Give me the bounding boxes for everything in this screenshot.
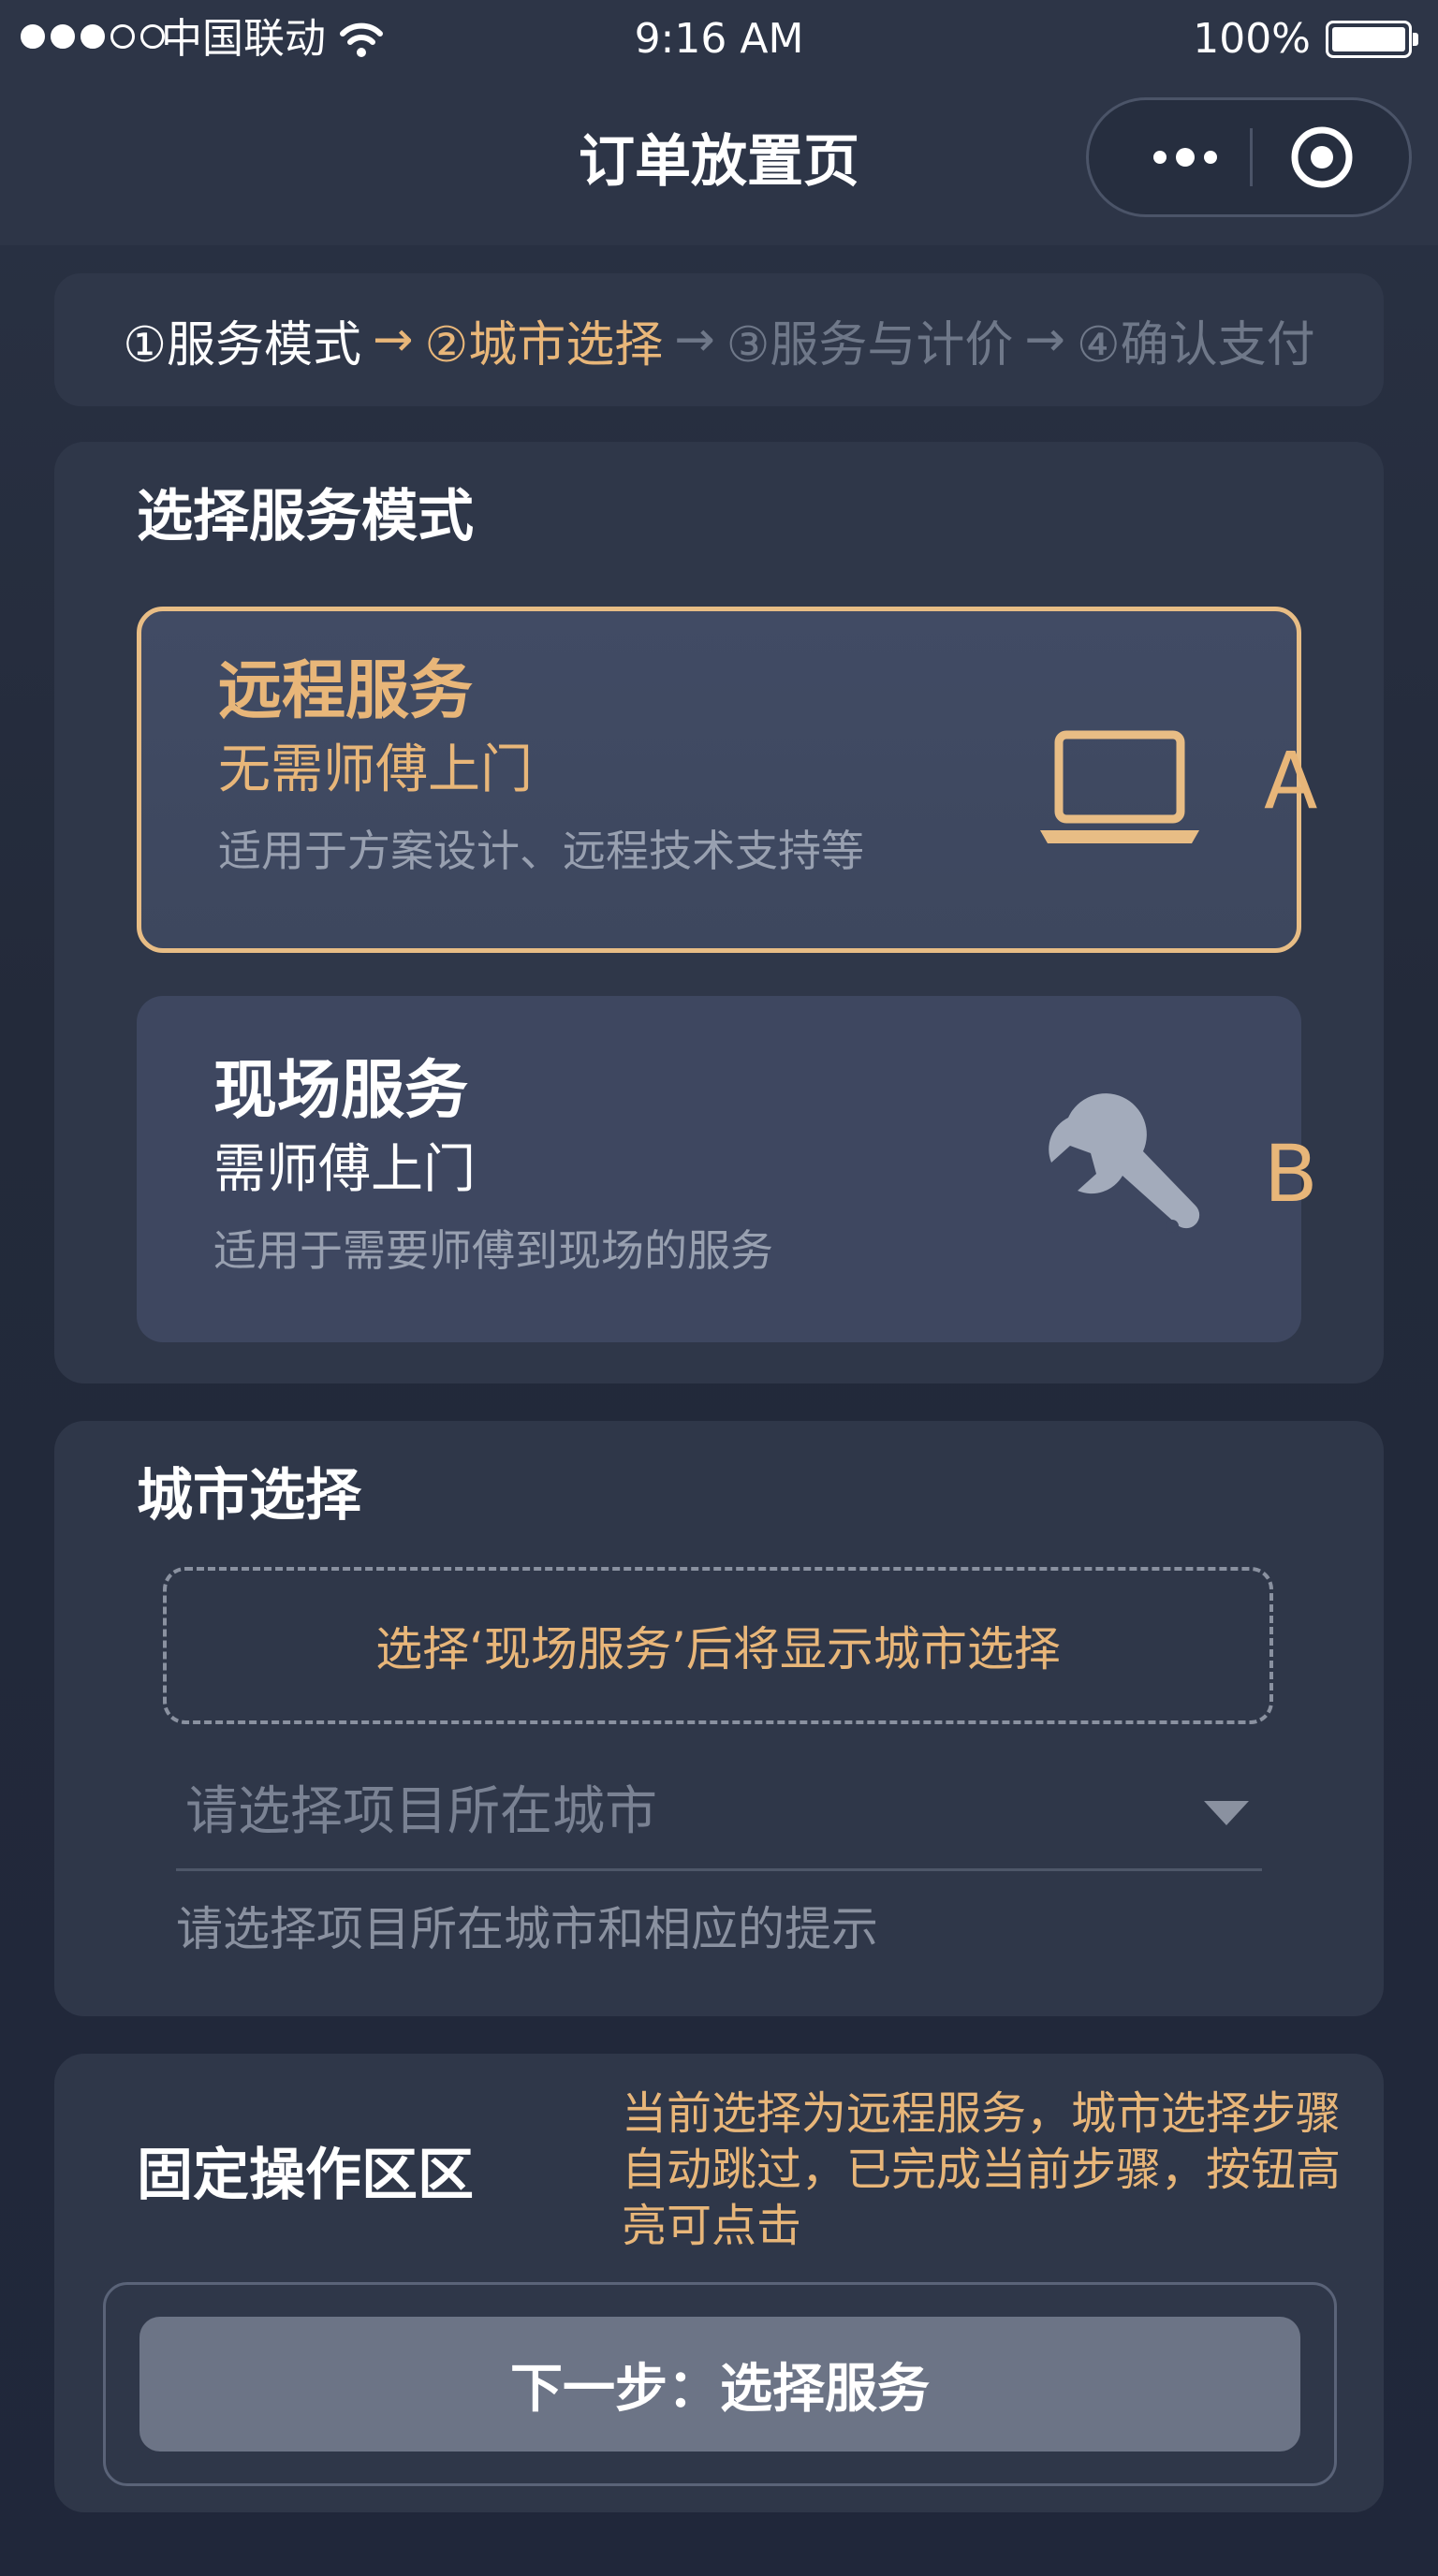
action-button-frame: 下一步：选择服务 [103,2282,1337,2486]
option-label-a: A [1264,735,1318,827]
option-description: 适用于方案设计、远程技术支持等 [218,826,864,876]
miniprogram-capsule [1086,97,1412,217]
step-city-selection[interactable]: ②城市选择 [419,305,669,375]
more-options-button[interactable] [1134,100,1237,214]
city-select-placeholder: 请选择项目所在城市 [185,1781,657,1842]
onsite-service-option[interactable]: 现场服务 需师傅上门 适用于需要师傅到现场的服务 [137,996,1301,1342]
step-confirm-payment: ④确认支付 [1076,316,1315,373]
close-miniprogram-icon[interactable] [1289,124,1355,190]
option-label-b: B [1264,1128,1318,1220]
more-dot-icon [1153,151,1167,164]
more-dot-icon [1176,148,1195,167]
step-progress-bar: ①服务模式 → ②城市选择 → ③服务与计价 → ④确认支付 [54,273,1384,406]
service-mode-title: 选择服务模式 [137,484,474,549]
next-step-button[interactable]: 下一步：选择服务 [139,2317,1300,2452]
option-subtitle: 无需师傅上门 [218,739,533,800]
app-header: 中国联动 9:16 AM 100% 订单放置页 [0,0,1438,245]
service-mode-section: 选择服务模式 远程服务 无需师傅上门 适用于方案设计、远程技术支持等 现场服务 … [54,442,1384,1383]
city-selection-section: 城市选择 选择‘现场服务’后将显示城市选择 请选择项目所在城市 请选择项目所在城… [54,1421,1384,2016]
city-selection-title: 城市选择 [137,1463,361,1529]
laptop-icon [1040,730,1199,843]
step-arrow-icon: → [1024,312,1065,368]
city-select-dropdown[interactable]: 请选择项目所在城市 [176,1756,1262,1871]
city-selection-hint: 选择‘现场服务’后将显示城市选择 [163,1567,1273,1724]
battery-percentage: 100% [1193,15,1311,63]
city-hint-text: 选择‘现场服务’后将显示城市选择 [375,1622,1061,1676]
capsule-divider [1250,128,1253,186]
option-subtitle: 需师傅上门 [213,1139,476,1200]
option-description: 适用于需要师傅到现场的服务 [213,1225,773,1276]
fixed-action-section: 固定操作区区 当前选择为远程服务，城市选择步骤自动跳过，已完成当前步骤，按钮高亮… [54,2054,1384,2512]
action-area-title: 固定操作区区 [137,2143,474,2208]
step-service-mode[interactable]: ①服务模式 [117,305,367,375]
city-helper-text: 请选择项目所在城市和相应的提示 [176,1902,878,1956]
order-page: 中国联动 9:16 AM 100% 订单放置页 ①服务模式 → ②城市选择 → … [0,0,1438,2576]
step-arrow-icon: → [674,312,715,368]
battery-icon [1326,21,1418,58]
status-bar: 中国联动 9:16 AM 100% [0,0,1438,79]
option-title: 现场服务 [213,1054,469,1128]
action-area-note: 当前选择为远程服务，城市选择步骤自动跳过，已完成当前步骤，按钮高亮可点击 [622,2087,1342,2252]
wrench-icon [1049,1093,1200,1233]
step-arrow-icon: → [373,312,414,368]
chevron-down-icon [1204,1801,1249,1825]
more-dot-icon [1204,151,1217,164]
remote-service-option[interactable]: 远程服务 无需师傅上门 适用于方案设计、远程技术支持等 [137,607,1301,953]
step-service-pricing: ③服务与计价 [726,316,1014,373]
option-title: 远程服务 [218,654,474,728]
